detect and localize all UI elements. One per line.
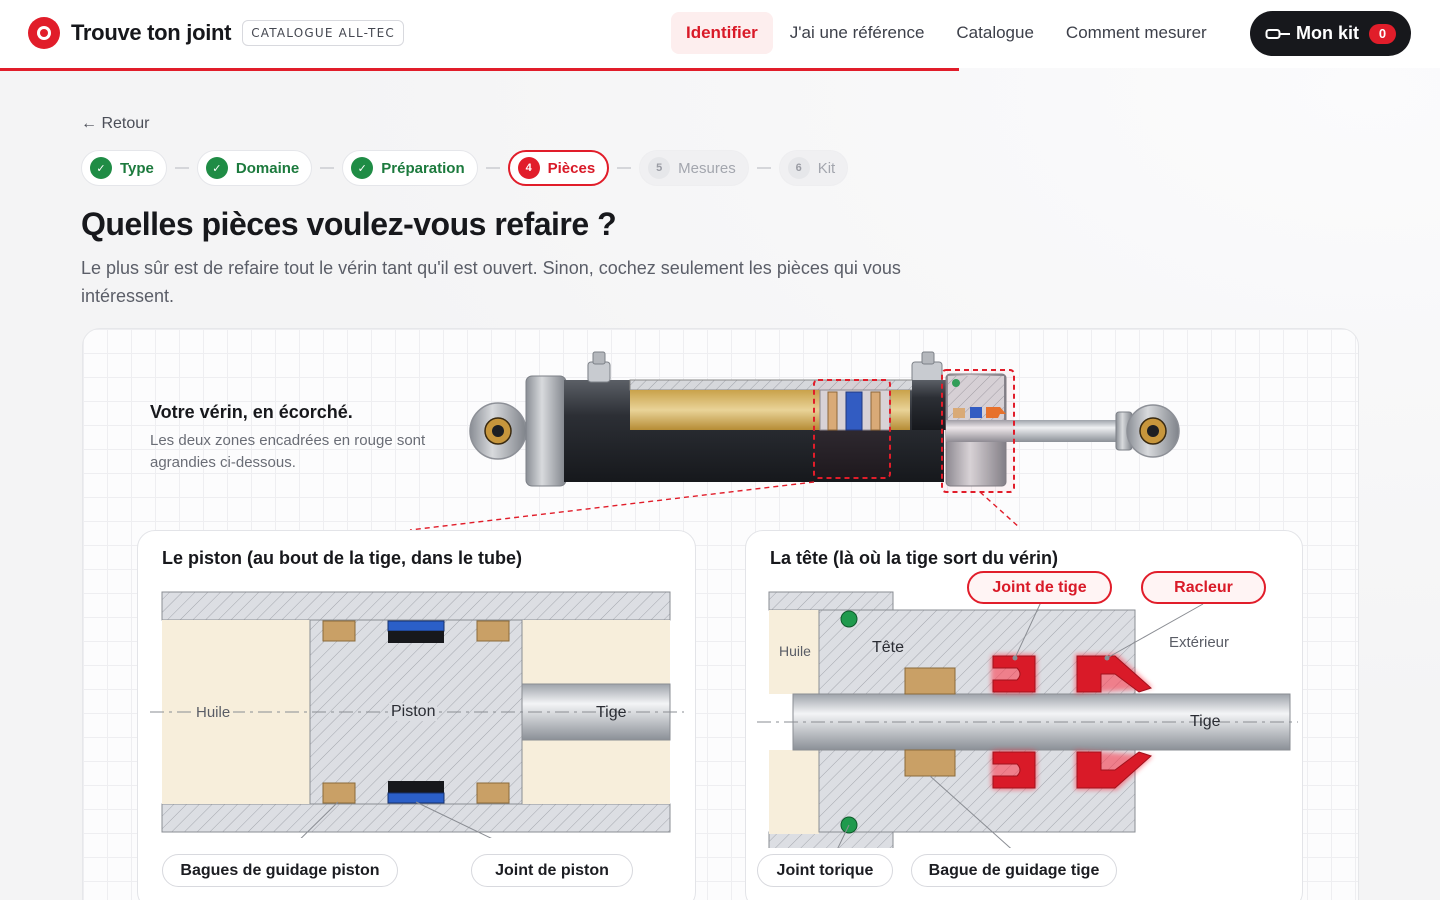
check-icon: ✓ bbox=[205, 157, 228, 179]
check-icon: ✓ bbox=[351, 157, 374, 179]
nav-comment-mesurer[interactable]: Comment mesurer bbox=[1051, 12, 1222, 54]
brand-name: Trouve ton joint bbox=[71, 20, 232, 45]
step-pieces[interactable]: 4 Pièces bbox=[507, 150, 610, 186]
nav-catalogue[interactable]: Catalogue bbox=[941, 12, 1049, 54]
piston-label: Piston bbox=[389, 703, 438, 721]
piston-panel-title: Le piston (au bout de la tige, dans le t… bbox=[162, 548, 523, 568]
piston-seal-pill[interactable]: Joint de piston bbox=[471, 854, 633, 887]
step-preparation[interactable]: ✓ Préparation bbox=[342, 150, 478, 186]
step-label: Type bbox=[120, 159, 154, 177]
step-type[interactable]: ✓ Type bbox=[81, 150, 167, 186]
step-separator bbox=[485, 167, 500, 169]
step-separator bbox=[617, 167, 632, 169]
step-label: Préparation bbox=[381, 159, 465, 177]
outside-label: Extérieur bbox=[1169, 634, 1230, 651]
piston-oil-label: Huile bbox=[193, 704, 234, 721]
brand[interactable]: Trouve ton joint CATALOGUE ALL-TEC bbox=[28, 17, 404, 49]
head-rod-label: Tige bbox=[1190, 713, 1221, 730]
step-separator bbox=[756, 167, 771, 169]
piston-zone-highlight[interactable] bbox=[813, 379, 891, 479]
top-navigation-bar: Trouve ton joint CATALOGUE ALL-TEC Ident… bbox=[0, 0, 1440, 68]
overview-subtitle: Les deux zones encadrées en rouge sont a… bbox=[150, 432, 426, 471]
step-separator bbox=[174, 167, 189, 169]
step-number: 6 bbox=[787, 157, 810, 179]
step-number: 4 bbox=[517, 157, 540, 179]
nav-reference[interactable]: J'ai une référence bbox=[775, 12, 940, 54]
main-nav: Identifier J'ai une référence Catalogue … bbox=[671, 12, 1224, 54]
step-number: 5 bbox=[648, 157, 671, 179]
head-label: Tête bbox=[872, 639, 905, 656]
step-kit: 6 Kit bbox=[778, 150, 849, 186]
piston-seal-top[interactable] bbox=[387, 620, 445, 632]
check-icon: ✓ bbox=[90, 157, 112, 179]
step-domaine[interactable]: ✓ Domaine bbox=[196, 150, 313, 186]
head-panel-title: La tête (là où la tige sort du vérin) bbox=[770, 548, 1059, 568]
head-oil-label: Huile bbox=[779, 643, 811, 659]
my-kit-button[interactable]: Mon kit 0 bbox=[1250, 11, 1411, 56]
step-separator bbox=[320, 167, 335, 169]
page-lead: Le plus sûr est de refaire tout le vérin… bbox=[81, 258, 901, 306]
catalogue-badge: CATALOGUE ALL-TEC bbox=[242, 20, 404, 46]
wizard-progress-bar bbox=[0, 68, 959, 71]
my-kit-label: Mon kit bbox=[1296, 23, 1359, 43]
step-label: Mesures bbox=[678, 159, 736, 177]
nav-identifier[interactable]: Identifier bbox=[671, 12, 773, 54]
rod-seal-pill[interactable]: Joint de tige bbox=[967, 571, 1112, 604]
head-zone-highlight[interactable] bbox=[941, 369, 1015, 493]
o-ring-pill[interactable]: Joint torique bbox=[757, 854, 893, 887]
brand-logo-icon bbox=[28, 17, 60, 49]
piston-seal-bottom[interactable] bbox=[387, 792, 445, 804]
page-title: Quelles pièces voulez-vous refaire ? bbox=[81, 206, 617, 242]
wiper-pill[interactable]: Racleur bbox=[1141, 571, 1266, 604]
back-link[interactable]: ← Retour bbox=[81, 115, 149, 133]
cylinder-cutaway-illustration bbox=[469, 351, 1180, 493]
piston-guide-rings-pill[interactable]: Bagues de guidage piston bbox=[162, 854, 398, 887]
kit-count-badge: 0 bbox=[1369, 23, 1396, 44]
piston-rod-label: Tige bbox=[596, 704, 627, 721]
step-mesures: 5 Mesures bbox=[639, 150, 749, 186]
step-label: Pièces bbox=[547, 159, 596, 177]
rod-guide-ring-pill[interactable]: Bague de guidage tige bbox=[911, 854, 1117, 887]
wizard-steps: ✓ Type ✓ Domaine ✓ Préparation 4 Pièces … bbox=[81, 150, 849, 186]
step-label: Domaine bbox=[235, 159, 300, 177]
overview-title: Votre vérin, en écorché. bbox=[150, 402, 353, 422]
kit-seal-icon bbox=[1265, 28, 1290, 39]
step-label: Kit bbox=[817, 159, 836, 177]
